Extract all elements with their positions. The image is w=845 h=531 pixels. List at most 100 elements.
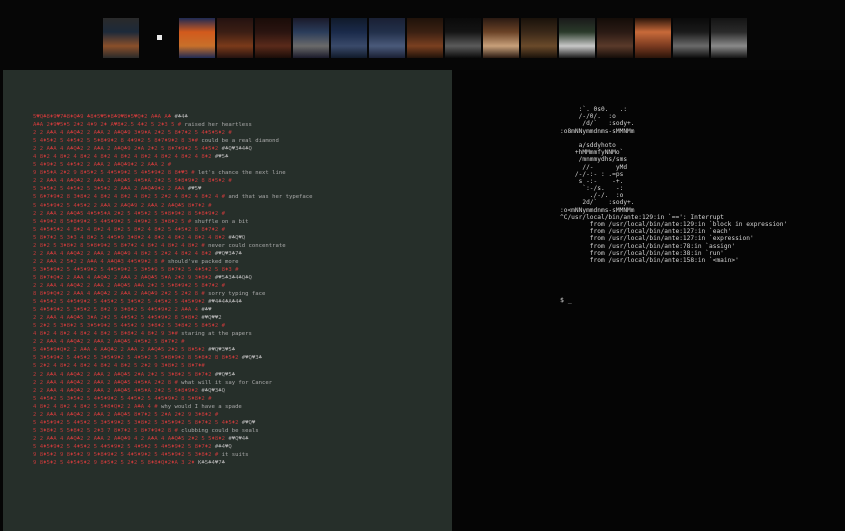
thumb-2[interactable]: [141, 18, 177, 58]
ascii-art-line: /mnmmydhs/sms: [560, 156, 628, 164]
poem-lyric: never could concentrate: [204, 242, 286, 249]
ascii-art-line: [560, 135, 787, 142]
poem-line: 9 8♦5♦A 2♦2 9 8♦5♦2 5 4♦5♦9♦2 5 4♦5♦9♦2 …: [33, 169, 443, 177]
thumb-13[interactable]: [559, 18, 595, 58]
poem-code: 5 3♦5♦2 5 4♦5♦2 5 3♦5♦2 2 A♣A 2 A♣Q♣9♦2 …: [33, 186, 185, 193]
poem-code: 2 2 A♣A 4 A♣Q♣2 2 A♣A 2 A♣Q♣5 2♦A 2♦2 5 …: [33, 371, 212, 378]
poem-line: 2 2 A♣A 2 5♦2 2 A♣A 4 A♣Q♣3 4♦5♦9♦2 8 # …: [33, 258, 443, 266]
thumb-1[interactable]: [103, 18, 139, 58]
thumb-4[interactable]: [217, 18, 253, 58]
poem-line: 2 2 A♣A 4 A♣Q♣2 2 A♣A 2 A♣Q♣5 4♦5♦A 2♦2 …: [33, 379, 443, 387]
poem-code: 2 2 A♣A 4 A♣Q♣5 3♦A 2♦2 5 4♦5♦2 5 4♦5♦9♦…: [33, 315, 199, 322]
poem-code: 5 4♦5♦2 5 3♦5♦2 5 4♦5♦9♦2 5 4♦5♦2 5 4♦5♦…: [33, 395, 212, 402]
poem-line: 2 2 A♣A 4 A♣Q♣2 2 A♣A 2 A♣Q♣5 4♦5♦A 2♦2 …: [33, 177, 443, 185]
poem-code: 4 8♦2 4 8♦2 4 8♦2 4 8♦2 4 8♦2 4 8♦2 4 8♦…: [33, 154, 212, 161]
thumb-11[interactable]: [483, 18, 519, 58]
poem-line: 4 8♦2 4 8♦2 4 8♦2 4 8♦2 5 8♦8♦2 4 8♦2 9 …: [33, 330, 443, 338]
poem-line: 5 4♦5♦2 5 4♦5♦2 5 5♦8♦9♦2 8 4♦9♦2 5 8♦7♦…: [33, 137, 443, 145]
thumb-5[interactable]: [255, 18, 291, 58]
terminal-output: :`. 0s0. .: /-/0/. :o /d/` :sody+.:o8mNN…: [560, 106, 787, 264]
poem-code: 4 8♦2 4 8♦2 4 8♦2 5 5♦8♦Q♦2 2 A♣A 4 #: [33, 403, 158, 410]
poem-code: 5♥Q♣8♦9♥7♣8♦Q♣9 ♣8♦5♥5♦8♣9♥8♦5♥Q♦2 A♣A A…: [33, 114, 172, 120]
thumb-7[interactable]: [331, 18, 367, 58]
poem-lyric: #♥4♣4♣A♣4♣: [204, 299, 242, 306]
poem-code: A♣A 2♦9♥5♦5 2♦2 4♦9 2♦ A♥8♦2.5 4♦2 5 2♦3…: [33, 122, 182, 129]
poem-line: 5 3♦5♦9♦2 5 4♦5♦9♦2 5 4♦5♦9♦2 5 3♦5♦9 5 …: [33, 266, 443, 274]
poem-line: 5 3♦5♦2 5 4♦5♦2 5 3♦5♦2 2 A♣A 2 A♣Q♣9♦2 …: [33, 185, 443, 193]
poem-lyric: #♥Q♥3♥5♣: [204, 347, 236, 354]
terminal-pane[interactable]: :`. 0s0. .: /-/0/. :o /d/` :sody+.:o8mNN…: [454, 70, 845, 531]
poem-code: 5 2♦2 4 8♦2 4 8♦2 4 8♦2 4 8♦2 5 2♦2 9 3♦…: [33, 363, 205, 370]
thumb-12[interactable]: [521, 18, 557, 58]
poem-line: 5 4♦5♦9♦Q♦2 2 A♣A 4 A♣Q♣2 2 A♣A 2 A♣Q♣5 …: [33, 346, 443, 354]
poem-line: 2 2 A♣A 4 A♣Q♣2 2 A♣A 2 A♣Q♣5 4♦5♦2 5 8♦…: [33, 338, 443, 346]
poem-line: 5 4♦5♦9♦2 5 3♦5♦2 5 8♦2 9 3♦8♦2 5 4♦5♦9♦…: [33, 306, 443, 314]
thumb-16[interactable]: [673, 18, 709, 58]
poem-code: 2 2 A♣A 4 A♣Q♣2 2 A♣A 2 A♣Q♣9 4 8♦2 5 2♦…: [33, 250, 212, 257]
poem-line: 2 2 A♣A 4 A♣Q♣2 2 A♣A 2 A♣Q♣9 2♦A 2♦2 5 …: [33, 145, 443, 153]
poem-code: 2 2 A♣A 4 A♣Q♣2 2 A♣A 2 A♣Q♣9 3♦9♦A 2♦2 …: [33, 130, 232, 137]
terminal-prompt[interactable]: $ _: [560, 296, 572, 304]
poem-line: A♣A 2♦9♥5♦5 2♦2 4♦9 2♦ A♥8♦2.5 4♦2 5 2♦3…: [33, 121, 443, 129]
poem-code: 9 8♦5♦A 2♦2 9 8♦5♦2 5 4♦5♦9♦2 5 4♦5♦9♦2 …: [33, 170, 195, 177]
poem-lyric: #♣Q♥Q: [224, 234, 246, 241]
poem-line: 5 8♦7♦2 5 3♦3 4 8♦2 5 4♦5♦9 3♦8♦2 4 8♦2 …: [33, 234, 443, 242]
poem-lyric: #♥Q♥5♣: [211, 371, 236, 378]
poem-line: 2 2 A♣A 4 A♣Q♣2 2 A♣A 2 A♣Q♣5 A♣A 2♦2 5 …: [33, 282, 443, 290]
ascii-art-line: /-/-:- : .=ps: [560, 170, 624, 178]
poem-code: 5 8♦7♦2 5 3♦3 4 8♦2 5 4♦5♦9 3♦8♦2 4 8♦2 …: [33, 234, 225, 241]
poem-code: 2 2 A♣A 4 A♣Q♣2 2 A♣A 2 A♣Q♣5 A♣A 2♦2 5 …: [33, 282, 225, 289]
poem-line: 5 4♦5♦2 5 3♦5♦2 5 4♦5♦9♦2 5 4♦5♦2 5 4♦5♦…: [33, 395, 443, 403]
poem-lyric: clubbing could be seals: [177, 427, 259, 434]
poem-lyric: and that was her typeface: [224, 194, 313, 201]
poem-lyric: it suits: [218, 451, 249, 458]
poem-code: 5 3♦5♦9♦2 5 4♦5♦2 5 3♦5♦9♦2 5 4♦5♦2 5 5♦…: [33, 355, 239, 362]
ascii-art-line: :`. 0s0. .:: [560, 106, 628, 113]
poem-line: 2 2 A♣A 4 A♣Q♣2 2 A♣A 2 A♣Q♣9 4 8♦2 5 2♦…: [33, 250, 443, 258]
thumb-9[interactable]: [407, 18, 443, 58]
poem-line: 8 8♦9♦Q♦2 2 A♣A 4 A♣Q♣2 2 A♣A 2 A♣Q♣9 2♦…: [33, 290, 443, 298]
poem-lyric: #♣Q♥3♣4♣Q: [218, 146, 252, 153]
poem-line: 5 4♦5♦9♦2 5 4♦5♦2 5 3♦5♦9♦2 5 3♦8♦2 5 3♦…: [33, 419, 443, 427]
poem-code: 5 6♦7♦9♦2 8 3♦8♦2 4 8♦2 4 8♦2 4 8♦2 5 2♦…: [33, 194, 225, 201]
poem-lyric: #♥5♣: [211, 154, 229, 161]
poem-line: 9 8♦5♦2 5 4♦5♦5♦2 9 8♦5♦2 5 2♦2 5 8♦8♦Q♦…: [33, 459, 443, 467]
poem-line: 5 2♦2 4 8♦2 4 8♦2 4 8♦2 4 8♦2 5 2♦2 9 3♦…: [33, 362, 443, 370]
poem-code: 2 2 A♣A 4 A♣Q♣2 2 A♣A 2 A♣Q♣5 4♦5♦2 5 8♦…: [33, 339, 185, 346]
poem-line: 5 8♦7♦Q♦2 2 A♣A 4 A♣Q♣2 2 A♣A 2 A♣Q♣5 5♦…: [33, 274, 443, 282]
ascii-art-line: :o<mNNymmdnms-sMMNMm: [560, 206, 635, 214]
poem-code: 5 4♦5♦9♦2 5 3♦5♦2 5 8♦2 9 3♦8♦2 5 4♦5♦9♦…: [33, 307, 199, 314]
poem-lyric: should've packed more: [164, 258, 239, 265]
poem-lyric: raised her heartless: [181, 122, 252, 129]
error-line: from /usr/local/bin/ante:38:in `run': [560, 249, 724, 257]
poem-code: 5 4♦9♦2 8 5♦8♦9♦2 5 4♦5♦9♦2 5 4♦9♦2 5 3♦…: [33, 218, 192, 225]
poem-line: 4 8♦2 4 8♦2 4 8♦2 4 8♦2 4 8♦2 4 8♦2 4 8♦…: [33, 153, 443, 161]
thumb-10[interactable]: [445, 18, 481, 58]
thumb-15[interactable]: [635, 18, 671, 58]
poem-code: 5 8♦7♦Q♦2 2 A♣A 4 A♣Q♣2 2 A♣A 2 A♣Q♣5 5♦…: [33, 274, 212, 281]
poem-lyric: #♥Q♥♥2: [198, 315, 222, 322]
ascii-art-line: +hMMmmfyNNMo`: [560, 149, 624, 157]
thumb-14[interactable]: [597, 18, 633, 58]
thumb-6[interactable]: [293, 18, 329, 58]
poem-code: 5 4♦5♦9♦Q♦2 2 A♣A 4 A♣Q♣2 2 A♣A 2 A♣Q♣5 …: [33, 347, 205, 354]
error-line: ^C/usr/local/bin/ante:129:in `==': Inter…: [560, 213, 724, 221]
poem-line: 2 2 A♣A 4 A♣Q♣5 3♦A 2♦2 5 4♦5♦2 5 4♦5♦9♦…: [33, 314, 443, 322]
poem-lyric: #♣♥: [198, 307, 212, 314]
poem-code: 5 3♦8♦2 5 5♦8♦2 5 2♦3 7 8♦7♦2 5 8♦7♦9♦2 …: [33, 427, 178, 434]
poem-code: 5 4♦5♦9♦2 5 4♦5♦2 2 A♣A 2 A♣Q♣9 2 A♣A 2 …: [33, 202, 212, 209]
poem-code: 9 8♦5♦2 9 8♦5♦2 9 5♦8♦9♦2 5 4♦5♦9♦2 5 4♦…: [33, 451, 219, 458]
thumb-3[interactable]: [179, 18, 215, 58]
poem-line: 2 2 A♣A 4 A♣Q♣2 2 A♣A 2 A♣Q♣5 8♦7♦2 5 2♦…: [33, 411, 443, 419]
poem-lyric: #♥5♥: [184, 186, 202, 193]
poem-lyric: sorry typing face: [204, 291, 266, 298]
poem-line: 5 4♦5♦2 5 4♦5♦9♦2 5 4♦5♦2 5 3♦5♦2 5 4♦5♦…: [33, 298, 443, 306]
thumb-8[interactable]: [369, 18, 405, 58]
thumb-17[interactable]: [711, 18, 747, 58]
poem-code: 2 2 A♣A 4 A♣Q♣2 2 A♣A 2 A♣Q♣5 4♦5♦A 2♦2 …: [33, 379, 178, 386]
poem-line: 2 2 A♣A 4 A♣Q♣2 2 A♣A 2 A♣Q♣5 4♦5♦A 2♦2 …: [33, 387, 443, 395]
ascii-art-line: s -:- -+.: [560, 177, 624, 185]
poem-line: 5 6♦7♦9♦2 8 3♦8♦2 4 8♦2 4 8♦2 4 8♦2 5 2♦…: [33, 193, 443, 201]
poem-editor-pane[interactable]: 5♥Q♣8♦9♥7♣8♦Q♣9 ♣8♦5♥5♦8♣9♥8♦5♥Q♦2 A♣A A…: [3, 70, 452, 531]
poem-line: 5 4♦5♦9♦2 5 4♦5♦2 5 4♦5♦9♦2 5 4♦5♦2 5 4♦…: [33, 443, 443, 451]
